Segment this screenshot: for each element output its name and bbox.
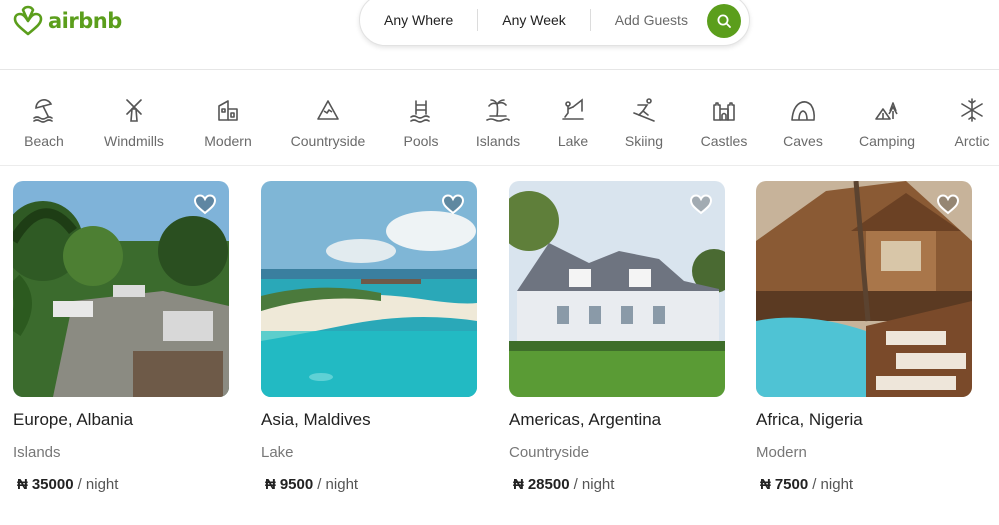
brand-name: airbnb (48, 9, 122, 33)
skier-icon (633, 98, 655, 122)
airbnb-logo-icon (13, 5, 43, 36)
modern-house-icon (218, 100, 238, 121)
category-divider (0, 165, 999, 166)
listing-category: Countryside (509, 444, 590, 461)
price-unit: / night (77, 476, 119, 493)
guests-filter[interactable]: Add Guests (591, 12, 712, 28)
castle-icon (713, 102, 735, 121)
lake-fishing-icon (562, 98, 584, 120)
search-bar[interactable]: Any Where Any Week Add Guests (359, 0, 750, 46)
heart-icon[interactable] (441, 193, 465, 215)
cave-icon (791, 101, 815, 121)
category-modern[interactable]: Modern (183, 95, 273, 155)
category-windmills[interactable]: Windmills (89, 95, 179, 155)
week-filter[interactable]: Any Week (478, 12, 590, 28)
category-label: Beach (24, 133, 64, 149)
category-castles[interactable]: Castles (679, 95, 769, 155)
category-label: Castles (700, 133, 748, 149)
listing-title: Americas, Argentina (509, 410, 662, 429)
price-amount: 7500 (774, 476, 809, 493)
category-label: Modern (204, 133, 252, 149)
category-label: Caves (783, 133, 823, 149)
airbnb-logo[interactable]: airbnb (12, 4, 122, 38)
palm-island-icon (486, 99, 510, 122)
windmill-icon (126, 99, 142, 122)
listing-price: ₦ 9500 / night (265, 476, 358, 493)
listing-card[interactable]: Africa, Nigeria Modern ₦ 7500 / night (756, 181, 972, 511)
heart-icon[interactable] (936, 193, 960, 215)
listing-category: Modern (756, 444, 807, 461)
listing-card[interactable]: Americas, Argentina Countryside ₦ 28500 … (509, 181, 725, 511)
top-header: airbnb Any Where Any Week Add Guests (0, 0, 999, 70)
category-label: Camping (858, 133, 916, 149)
camping-tent-icon (875, 102, 898, 120)
category-skiing[interactable]: Skiing (599, 95, 689, 155)
category-beach[interactable]: Beach (0, 95, 89, 155)
currency-symbol: ₦ (265, 476, 276, 493)
category-label: Arctic (954, 133, 990, 149)
currency-symbol: ₦ (17, 476, 28, 493)
category-label: Countryside (290, 133, 366, 149)
currency-symbol: ₦ (760, 476, 771, 493)
category-bar: Beach Windmills Modern Countryside Pools… (0, 95, 999, 155)
listing-category: Islands (13, 444, 61, 461)
listing-photo[interactable] (261, 181, 477, 397)
mountain-icon (317, 100, 339, 120)
listing-price: ₦ 35000 / night (17, 476, 118, 493)
price-unit: / night (812, 476, 854, 493)
listing-photo[interactable] (509, 181, 725, 397)
listing-photo[interactable] (756, 181, 972, 397)
category-countryside[interactable]: Countryside (283, 95, 373, 155)
price-unit: / night (573, 476, 615, 493)
heart-icon[interactable] (689, 193, 713, 215)
listing-title: Europe, Albania (13, 410, 134, 429)
listing-title: Africa, Nigeria (756, 410, 863, 429)
listing-card[interactable]: Asia, Maldives Lake ₦ 9500 / night (261, 181, 477, 511)
category-label: Skiing (624, 133, 664, 149)
category-camping[interactable]: Camping (842, 95, 932, 155)
currency-symbol: ₦ (513, 476, 524, 493)
search-button[interactable] (707, 4, 741, 38)
price-amount: 9500 (279, 476, 314, 493)
pool-icon (410, 100, 430, 123)
search-icon (717, 14, 731, 28)
where-filter[interactable]: Any Where (360, 12, 477, 28)
heart-icon[interactable] (193, 193, 217, 215)
category-caves[interactable]: Caves (758, 95, 848, 155)
category-label: Windmills (104, 133, 164, 149)
listing-price: ₦ 28500 / night (513, 476, 614, 493)
category-arctic[interactable]: Arctic (927, 95, 999, 155)
beach-umbrella-icon (33, 99, 53, 123)
listing-title: Asia, Maldives (261, 410, 371, 429)
listing-price: ₦ 7500 / night (760, 476, 853, 493)
price-amount: 28500 (527, 476, 570, 493)
price-amount: 35000 (31, 476, 74, 493)
snowflake-icon (961, 98, 983, 122)
listing-photo[interactable] (13, 181, 229, 397)
listing-card[interactable]: Europe, Albania Islands ₦ 35000 / night (13, 181, 229, 511)
listing-category: Lake (261, 444, 294, 461)
price-unit: / night (317, 476, 359, 493)
